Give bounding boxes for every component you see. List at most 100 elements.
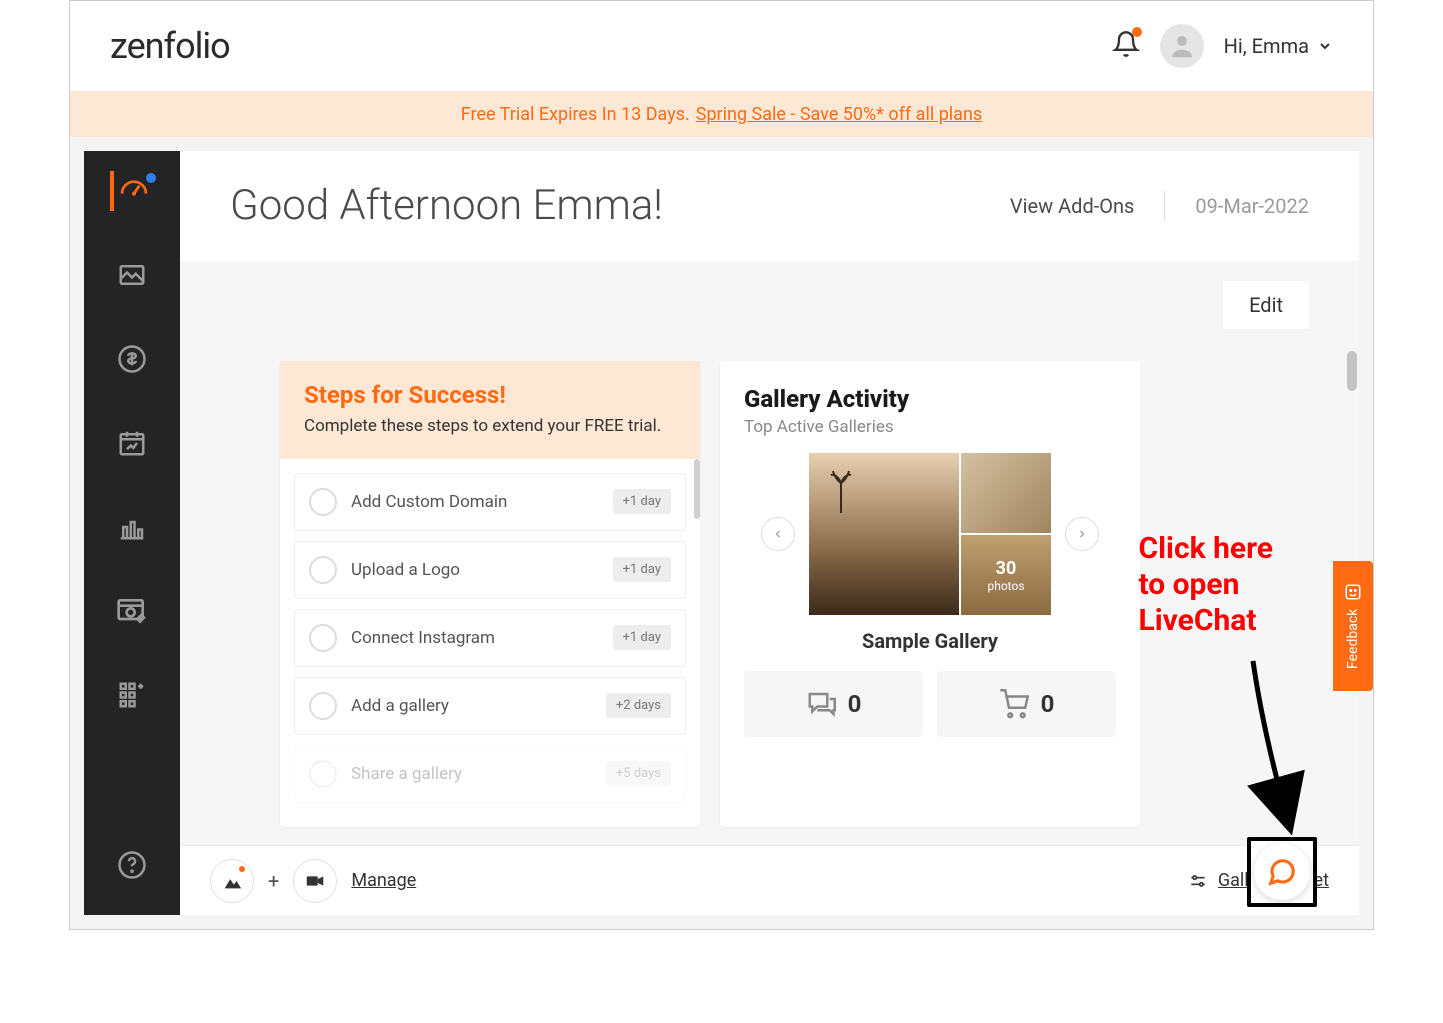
photo-count: 30 <box>996 558 1017 579</box>
step-label: Connect Instagram <box>351 628 495 648</box>
livechat-button-highlight <box>1247 837 1317 907</box>
top-header: zenfolio Hi, Emma <box>70 1 1373 91</box>
comments-count: 0 <box>848 690 862 718</box>
sidebar-notif-dot <box>146 173 156 183</box>
browser-edit-icon <box>116 595 148 627</box>
help-icon <box>117 850 147 880</box>
photo-count-label: photos <box>987 579 1024 593</box>
edit-button[interactable]: Edit <box>1223 281 1309 329</box>
sidebar-item-galleries[interactable] <box>112 255 152 295</box>
chevron-right-icon <box>1076 528 1088 540</box>
sidebar-item-pricing[interactable] <box>112 339 152 379</box>
logo: zenfolio <box>110 25 230 67</box>
feedback-tab[interactable]: Feedback <box>1333 561 1373 691</box>
carousel-next[interactable] <box>1065 517 1099 551</box>
sidebar <box>84 151 180 915</box>
livechat-button[interactable] <box>1254 844 1310 900</box>
steps-subtitle: Complete these steps to extend your FREE… <box>304 415 676 439</box>
step-checkbox[interactable] <box>309 692 337 720</box>
sidebar-item-analytics[interactable] <box>112 507 152 547</box>
content-scrollbar[interactable] <box>1347 351 1357 391</box>
feedback-label: Feedback <box>1345 609 1361 669</box>
step-checkbox[interactable] <box>309 488 337 516</box>
dollar-icon <box>117 344 147 374</box>
step-badge: +1 day <box>613 489 671 514</box>
user-greeting-label: Hi, Emma <box>1224 34 1309 58</box>
chat-icon <box>1267 857 1297 887</box>
sidebar-item-dashboard[interactable] <box>110 171 150 211</box>
upload-dot <box>239 866 245 872</box>
view-addons-link[interactable]: View Add-Ons <box>1010 194 1134 218</box>
thumb-small <box>961 453 1051 533</box>
user-menu[interactable]: Hi, Emma <box>1224 34 1333 58</box>
cart-count: 0 <box>1041 690 1055 718</box>
image-icon <box>117 260 147 290</box>
step-badge: +1 day <box>613 557 671 582</box>
cart-icon <box>999 689 1029 719</box>
step-checkbox[interactable] <box>309 760 337 788</box>
gallery-title: Gallery Activity <box>744 385 1116 413</box>
annotation-line3: LiveChat <box>1138 603 1273 639</box>
chevron-down-icon <box>1317 38 1333 54</box>
gallery-thumbs[interactable]: 30 photos <box>809 453 1051 615</box>
annotation-arrow <box>1193 651 1313 851</box>
photo-upload-button[interactable] <box>210 859 254 903</box>
step-item[interactable]: Upload a Logo +1 day <box>294 541 686 599</box>
trial-banner: Free Trial Expires In 13 Days. Spring Sa… <box>70 91 1373 137</box>
plus-label: + <box>268 869 279 893</box>
chevron-left-icon <box>772 528 784 540</box>
mountain-icon <box>221 870 243 892</box>
step-checkbox[interactable] <box>309 556 337 584</box>
video-icon <box>304 870 326 892</box>
step-item[interactable]: Add Custom Domain +1 day <box>294 473 686 531</box>
annotation-line1: Click here <box>1138 531 1273 567</box>
grid-plus-icon <box>117 680 147 710</box>
content-header: Good Afternoon Emma! View Add-Ons 09-Mar… <box>180 151 1359 261</box>
sidebar-item-website[interactable] <box>112 591 152 631</box>
current-date: 09-Mar-2022 <box>1195 194 1309 218</box>
notifications-button[interactable] <box>1112 29 1140 63</box>
steps-title: Steps for Success! <box>304 381 676 409</box>
step-item[interactable]: Connect Instagram +1 day <box>294 609 686 667</box>
steps-list: Add Custom Domain +1 day Upload a Logo +… <box>280 459 700 827</box>
header-right: Hi, Emma <box>1112 24 1333 68</box>
steps-scrollbar[interactable] <box>694 459 700 519</box>
banner-link[interactable]: Spring Sale - Save 50%* off all plans <box>696 104 982 125</box>
avatar[interactable] <box>1160 24 1204 68</box>
sidebar-item-calendar[interactable] <box>112 423 152 463</box>
video-upload-button[interactable] <box>293 859 337 903</box>
step-label: Add Custom Domain <box>351 492 507 512</box>
comment-icon <box>806 689 836 719</box>
step-badge: +5 days <box>606 761 671 786</box>
stat-comments[interactable]: 0 <box>744 671 923 737</box>
stat-cart[interactable]: 0 <box>937 671 1116 737</box>
smiley-icon <box>1344 583 1362 601</box>
gallery-name: Sample Gallery <box>744 629 1116 653</box>
bar-chart-icon <box>117 512 147 542</box>
steps-header: Steps for Success! Complete these steps … <box>280 361 700 459</box>
gallery-card: Gallery Activity Top Active Galleries <box>720 361 1140 827</box>
thumb-count: 30 photos <box>961 535 1051 615</box>
step-item[interactable]: Add a gallery +2 days <box>294 677 686 735</box>
carousel-prev[interactable] <box>761 517 795 551</box>
step-item[interactable]: Share a gallery +5 days <box>294 745 686 803</box>
banner-text: Free Trial Expires In 13 Days. <box>461 104 690 125</box>
palm-tree-icon <box>829 463 853 513</box>
sidebar-item-apps[interactable] <box>112 675 152 715</box>
thumb-large <box>809 453 959 615</box>
gallery-carousel: 30 photos <box>744 453 1116 615</box>
user-icon <box>1167 31 1197 61</box>
divider <box>1164 191 1165 221</box>
step-label: Upload a Logo <box>351 560 460 580</box>
step-checkbox[interactable] <box>309 624 337 652</box>
header-actions: View Add-Ons 09-Mar-2022 <box>1010 191 1309 221</box>
step-badge: +2 days <box>606 693 671 718</box>
sliders-icon <box>1188 871 1208 891</box>
step-badge: +1 day <box>613 625 671 650</box>
stats-row: 0 0 <box>744 671 1116 737</box>
gallery-subtitle: Top Active Galleries <box>744 417 1116 437</box>
sidebar-item-help[interactable] <box>112 845 152 885</box>
page-greeting: Good Afternoon Emma! <box>230 181 663 230</box>
steps-card: Steps for Success! Complete these steps … <box>280 361 700 827</box>
manage-link[interactable]: Manage <box>351 870 416 891</box>
